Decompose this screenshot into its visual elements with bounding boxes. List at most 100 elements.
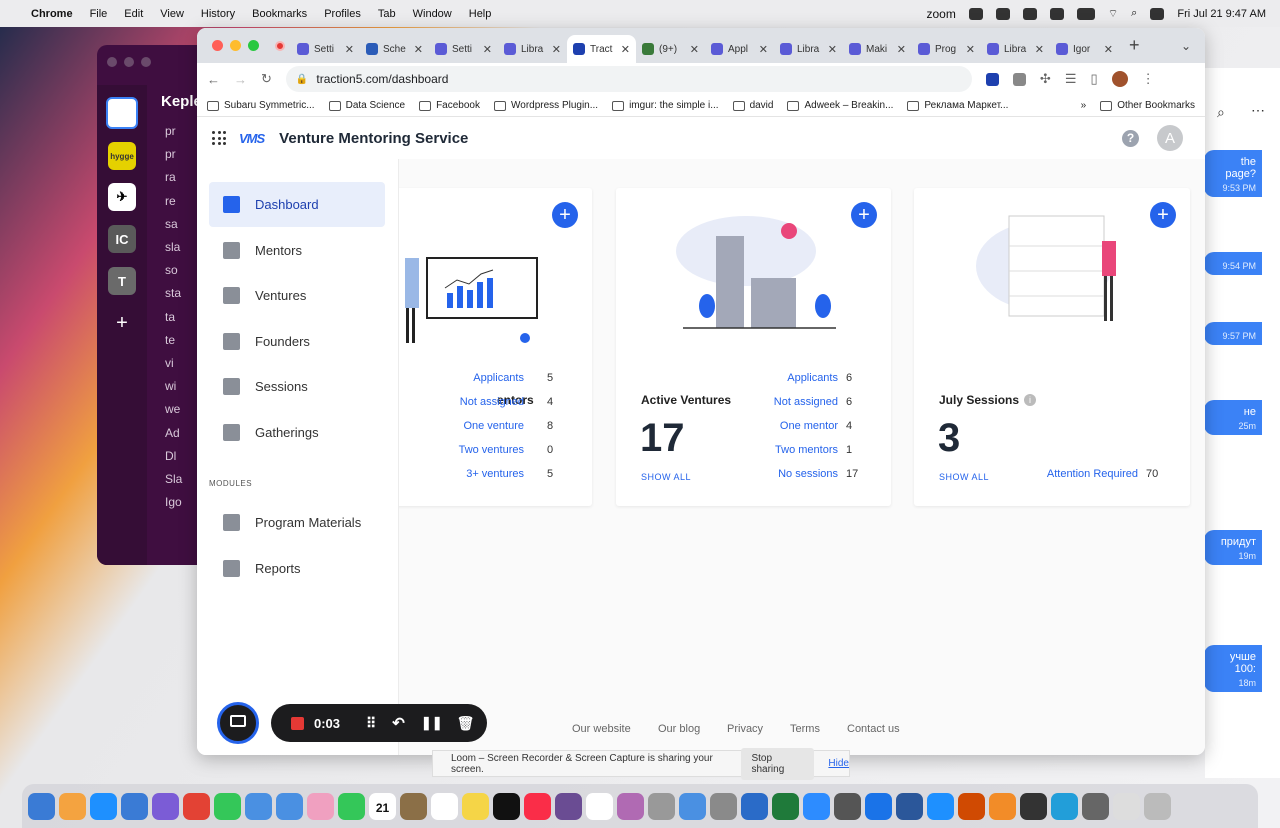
stat-link[interactable]: Two ventures <box>459 444 524 456</box>
info-icon[interactable]: i <box>1024 394 1036 406</box>
dock-app-icon[interactable] <box>152 792 179 820</box>
dock-app-icon[interactable] <box>431 792 458 820</box>
slack-channel[interactable]: Dl <box>165 449 176 463</box>
dock-app-icon[interactable] <box>1082 792 1109 820</box>
bookmark-item[interactable]: Data Science <box>328 100 405 111</box>
nav-item-mentors[interactable]: Mentors <box>209 228 385 273</box>
browser-tab[interactable]: Setti ✕ <box>429 35 498 63</box>
dock-app-icon[interactable] <box>307 792 334 820</box>
calendar-app-icon[interactable]: 21 <box>369 792 396 820</box>
close-tab-icon[interactable]: ✕ <box>1104 43 1113 56</box>
slack-channel[interactable]: sla <box>165 240 180 254</box>
workspace-icon[interactable]: IC <box>108 225 136 253</box>
browser-tab[interactable]: Tract ✕ <box>567 35 636 63</box>
workspace-icon[interactable] <box>106 97 138 129</box>
delete-icon[interactable]: 🗑 <box>457 715 475 732</box>
omnibox[interactable]: 🔒 traction5.com/dashboard <box>285 66 972 92</box>
menu-bookmarks[interactable]: Bookmarks <box>252 8 307 20</box>
dock-app-icon[interactable] <box>586 792 613 820</box>
dock-app-icon[interactable] <box>803 792 830 820</box>
message-bubble[interactable]: 9:54 PM <box>1204 252 1262 275</box>
close-tab-icon[interactable]: ✕ <box>966 43 975 56</box>
pause-icon[interactable]: ❚❚ <box>421 715 443 731</box>
extension-icon[interactable] <box>985 72 999 86</box>
menu-edit[interactable]: Edit <box>124 8 143 20</box>
close-tab-icon[interactable]: ✕ <box>759 43 768 56</box>
dock-app-icon[interactable] <box>338 792 365 820</box>
close-tab-icon[interactable]: ✕ <box>621 43 630 56</box>
stat-link[interactable]: One mentor <box>780 420 838 432</box>
slack-channel[interactable]: vi <box>165 356 174 370</box>
loom-camera-bubble[interactable] <box>217 702 259 744</box>
close-tab-icon[interactable]: ✕ <box>414 43 423 56</box>
slack-channel[interactable]: sta <box>165 286 181 300</box>
nav-item-dashboard[interactable]: Dashboard <box>209 182 385 227</box>
status-icon[interactable] <box>1022 7 1037 20</box>
more-bookmarks-button[interactable]: » <box>1081 100 1087 111</box>
stat-link[interactable]: One venture <box>463 420 524 432</box>
stat-link[interactable]: Applicants <box>473 372 524 384</box>
nav-item-founders[interactable]: Founders <box>209 319 385 364</box>
slack-channel[interactable]: ra <box>165 170 176 184</box>
message-bubble[interactable]: учше 100: 18m <box>1204 645 1262 692</box>
attention-required-link[interactable]: Attention Required <box>1047 468 1138 480</box>
tab-search-chevron-icon[interactable]: ⌄ <box>1181 39 1191 53</box>
help-icon[interactable]: ? <box>1122 129 1139 147</box>
dock-app-icon[interactable] <box>1144 792 1171 820</box>
slack-channel[interactable]: te <box>165 333 175 347</box>
browser-tab[interactable]: Igor ✕ <box>1050 35 1119 63</box>
slack-channel[interactable]: re <box>165 194 176 208</box>
message-bubble[interactable]: 9:57 PM <box>1204 322 1262 345</box>
add-workspace-icon[interactable]: + <box>108 309 136 337</box>
dock-app-icon[interactable] <box>493 792 520 820</box>
close-tab-icon[interactable]: ✕ <box>828 43 837 56</box>
stop-recording-button[interactable] <box>291 716 304 730</box>
dock-app-icon[interactable] <box>865 792 892 820</box>
slack-channel[interactable]: wi <box>165 379 176 393</box>
browser-tab[interactable]: (9+) ✕ <box>636 35 705 63</box>
status-icon[interactable] <box>995 7 1010 20</box>
dock-app-icon[interactable] <box>989 792 1016 820</box>
message-bubble[interactable]: не 25m <box>1204 400 1262 435</box>
message-bubble[interactable]: придут 19m <box>1204 530 1262 565</box>
browser-tab[interactable]: Appl ✕ <box>705 35 774 63</box>
forward-button[interactable]: → <box>234 72 247 87</box>
slack-channel[interactable]: ta <box>165 310 175 324</box>
hide-notice-link[interactable]: Hide <box>828 758 849 769</box>
status-icon[interactable] <box>968 7 983 20</box>
menu-tab[interactable]: Tab <box>378 8 396 20</box>
slack-channel[interactable]: so <box>165 263 178 277</box>
dock-app-icon[interactable] <box>958 792 985 820</box>
slack-channel[interactable]: Sla <box>165 472 182 486</box>
module-item[interactable]: Program Materials <box>209 500 385 545</box>
dock-app-icon[interactable] <box>648 792 675 820</box>
close-tab-icon[interactable]: ✕ <box>345 43 354 56</box>
slack-channel[interactable]: Ad <box>165 426 180 440</box>
browser-tab[interactable]: Maki ✕ <box>843 35 912 63</box>
url-text[interactable]: traction5.com/dashboard <box>316 72 448 86</box>
footer-link-website[interactable]: Our website <box>572 723 631 735</box>
close-tab-icon[interactable]: ✕ <box>690 43 699 56</box>
dock-app-icon[interactable] <box>1020 792 1047 820</box>
zoom-status-label[interactable]: zoom <box>926 7 955 21</box>
menu-app-name[interactable]: Chrome <box>31 8 73 20</box>
close-tab-icon[interactable]: ✕ <box>483 43 492 56</box>
slack-channel[interactable]: sa <box>165 217 178 231</box>
nav-item-ventures[interactable]: Ventures <box>209 273 385 318</box>
footer-link-blog[interactable]: Our blog <box>658 723 700 735</box>
browser-tab[interactable]: Setti ✕ <box>291 35 360 63</box>
dock-app-icon[interactable] <box>1051 792 1078 820</box>
stat-link[interactable]: Not assigned <box>460 396 524 408</box>
bookmark-item[interactable]: david <box>732 100 773 111</box>
stat-link[interactable]: No sessions <box>778 468 838 480</box>
message-bubble[interactable]: the page? 9:53 PM <box>1204 150 1262 197</box>
dock-app-icon[interactable] <box>90 792 117 820</box>
browser-tab[interactable]: Libra ✕ <box>981 35 1050 63</box>
close-tab-icon[interactable]: ✕ <box>552 43 561 56</box>
drag-handle-icon[interactable]: ⠿ <box>366 715 376 732</box>
slack-workspace-name[interactable]: Keple <box>161 93 202 110</box>
slack-channel[interactable]: pr <box>165 124 176 138</box>
menu-file[interactable]: File <box>90 8 108 20</box>
footer-link-contact[interactable]: Contact us <box>847 723 900 735</box>
stat-link[interactable]: Applicants <box>787 372 838 384</box>
